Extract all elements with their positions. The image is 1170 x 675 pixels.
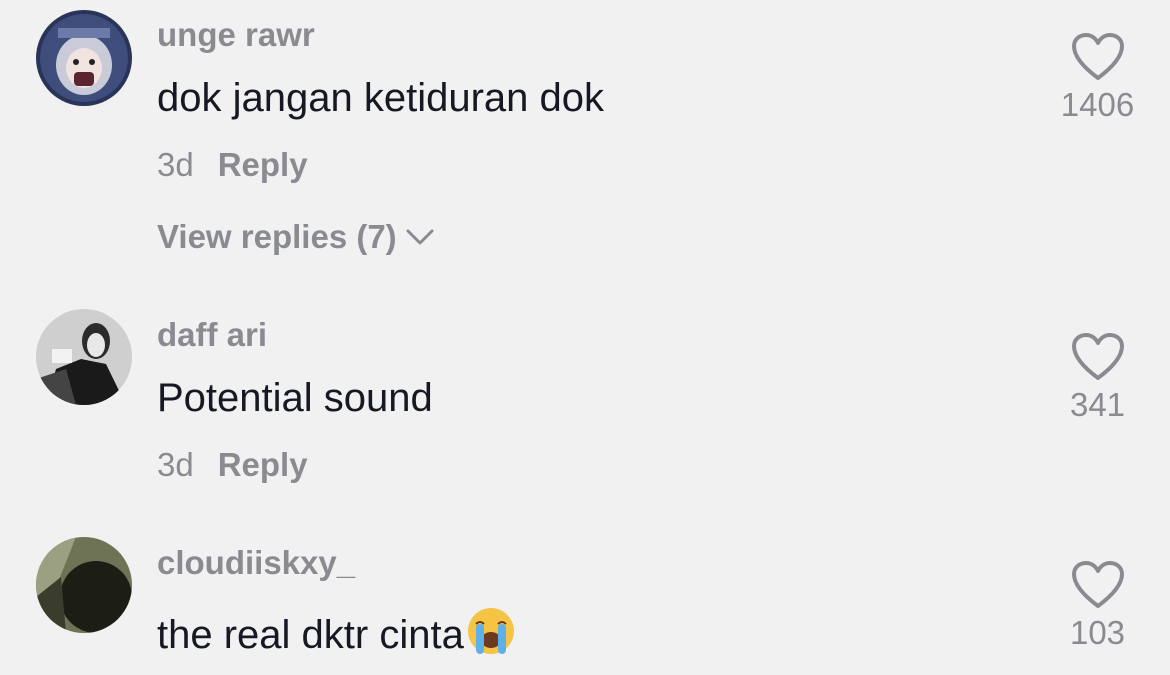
heart-icon[interactable] xyxy=(1071,560,1125,610)
comment-text: the real dktr cinta xyxy=(157,606,516,658)
comment-username[interactable]: unge rawr xyxy=(157,16,315,54)
chevron-down-icon xyxy=(406,229,434,245)
avatar[interactable] xyxy=(36,537,132,633)
view-replies-button[interactable]: View replies (7) xyxy=(157,218,435,256)
view-replies-label: View replies (7) xyxy=(157,218,397,255)
like-count: 1406 xyxy=(1060,86,1135,123)
comment-username[interactable]: daff ari xyxy=(157,316,267,354)
heart-icon[interactable] xyxy=(1071,332,1125,382)
comment-time: 3d xyxy=(157,146,194,183)
reply-button[interactable]: Reply xyxy=(218,146,308,183)
comment-meta: 3d Reply xyxy=(157,446,308,484)
comment-meta: 3d Reply xyxy=(157,146,308,184)
comment-time: 3d xyxy=(157,446,194,483)
comment-text: Potential sound xyxy=(157,376,433,420)
like-count: 103 xyxy=(1069,614,1126,651)
like-control: 103 xyxy=(1050,560,1145,652)
like-control: 1406 xyxy=(1050,32,1145,124)
like-count: 341 xyxy=(1069,386,1126,423)
comment-text: dok jangan ketiduran dok xyxy=(157,76,604,120)
comment-text-content: the real dktr cinta xyxy=(157,613,464,657)
like-control: 341 xyxy=(1050,332,1145,424)
reply-button[interactable]: Reply xyxy=(218,446,308,483)
avatar[interactable] xyxy=(36,309,132,405)
heart-icon[interactable] xyxy=(1071,32,1125,82)
avatar[interactable] xyxy=(36,10,132,106)
comment-username[interactable]: cloudiiskxy_ xyxy=(157,544,355,582)
loudly-crying-face-emoji-icon xyxy=(467,608,514,654)
